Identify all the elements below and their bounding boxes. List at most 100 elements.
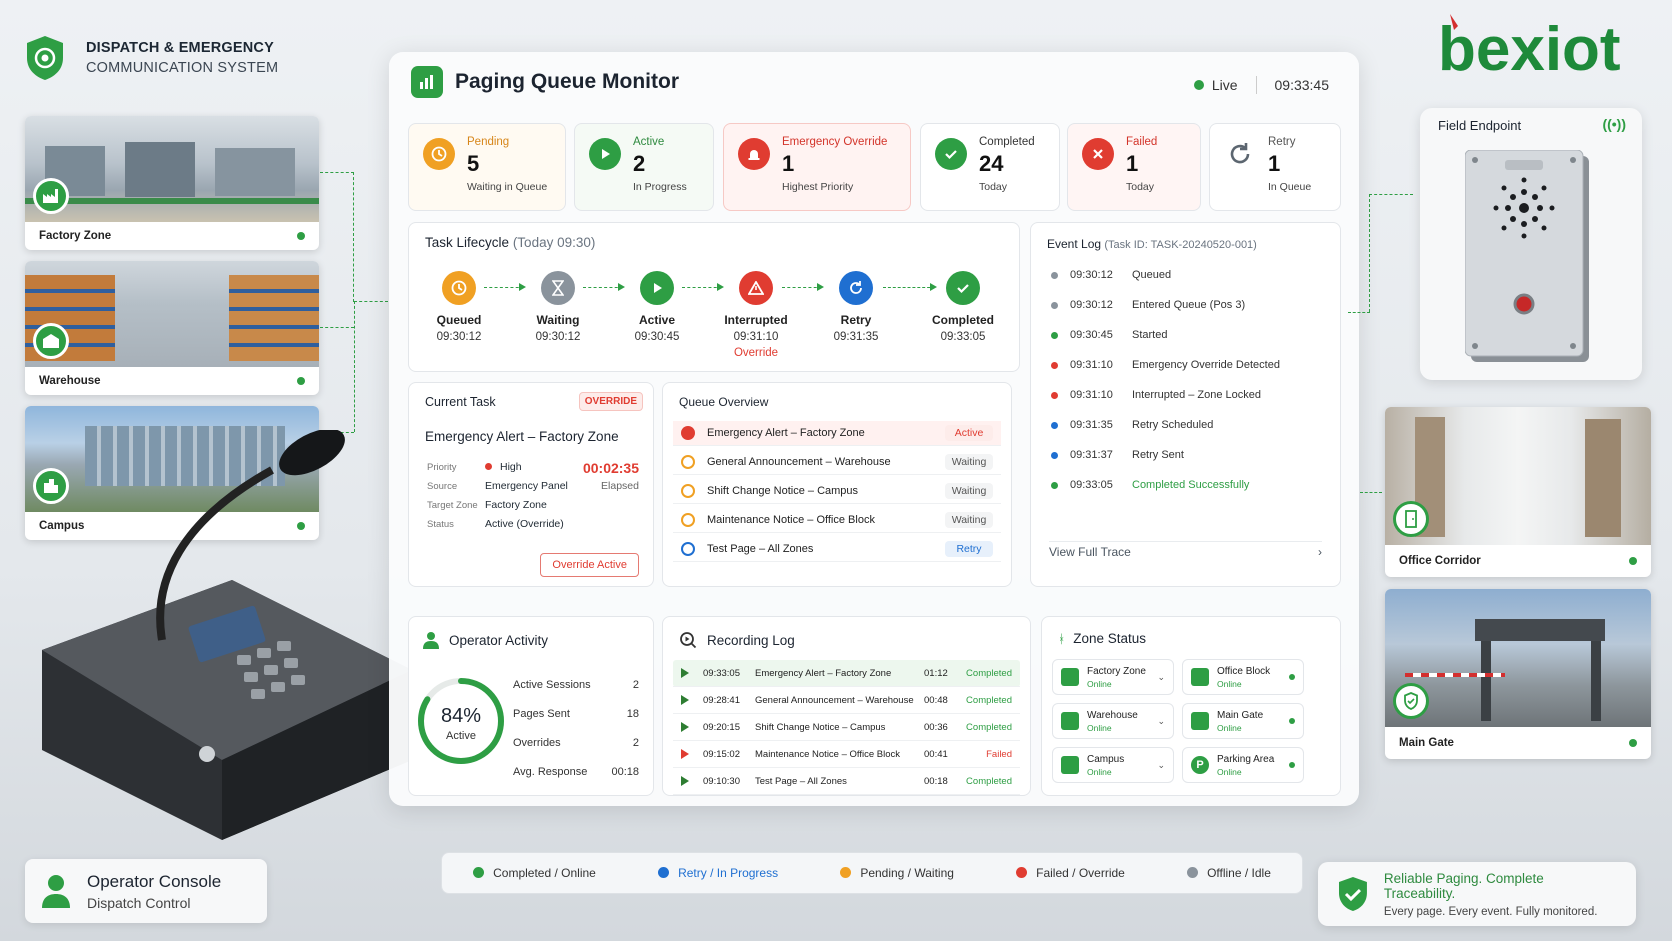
zone-status-tile[interactable]: Main Gate Online	[1182, 703, 1304, 739]
shield-icon	[1191, 712, 1209, 730]
event-text: Started	[1132, 329, 1168, 341]
warehouse-icon	[1061, 712, 1079, 730]
panel-title: Paging Queue Monitor	[411, 66, 679, 98]
play-icon[interactable]	[681, 695, 689, 705]
event-log: Event Log (Task ID: TASK-20240520-001) 0…	[1030, 222, 1341, 587]
check-icon	[935, 138, 967, 170]
zone-name: Parking Area	[1217, 753, 1275, 765]
zone-state: Online	[1217, 766, 1242, 777]
stat-completed[interactable]: Completed 24 Today	[920, 123, 1060, 211]
event-row: 09:31:10 Emergency Override Detected	[1051, 359, 1280, 371]
zone-card-warehouse[interactable]: Warehouse	[25, 261, 319, 395]
recording-row[interactable]: 09:33:05 Emergency Alert – Factory Zone 01…	[673, 660, 1020, 687]
lifecycle-step-waiting: Waiting 09:30:12	[513, 271, 603, 343]
recording-name: General Announcement – Warehouse	[755, 694, 914, 706]
play-icon[interactable]	[681, 749, 689, 759]
recording-row[interactable]: 09:10:30 Test Page – All Zones 00:18 Comple…	[673, 768, 1020, 795]
recording-row[interactable]: 09:20:15 Shift Change Notice – Campus 00:3…	[673, 714, 1020, 741]
office-building-icon	[1191, 668, 1209, 686]
recording-name: Shift Change Notice – Campus	[755, 721, 886, 733]
override-active-button[interactable]: Override Active	[540, 553, 639, 577]
operator-console-label: Operator Console Dispatch Control	[25, 859, 267, 923]
step-name: Queued	[436, 313, 482, 327]
field-endpoint-title: Field Endpoint	[1438, 118, 1522, 133]
status-dot	[1629, 739, 1637, 747]
stat-failed[interactable]: Failed 1 Today	[1067, 123, 1201, 211]
tagline-line1: Reliable Paging. Complete Traceability.	[1383, 870, 1544, 901]
view-trace-label: View Full Trace	[1049, 545, 1131, 559]
zone-card-main-gate[interactable]: Main Gate	[1385, 589, 1651, 759]
stat-active[interactable]: Active 2 In Progress	[574, 123, 714, 211]
operator-title: Operator Activity	[423, 631, 548, 649]
event-dot	[1051, 271, 1058, 279]
zone-name: Main Gate	[1217, 709, 1264, 721]
zone-name: Warehouse	[1087, 709, 1138, 721]
zone-status-tile[interactable]: Campus Online ⌄	[1052, 747, 1174, 783]
recording-row[interactable]: 09:15:02 Maintenance Notice – Office Bloc…	[673, 741, 1020, 768]
play-icon[interactable]	[681, 722, 689, 732]
legend-label: Offline / Idle	[1207, 866, 1271, 880]
zone-label: Warehouse	[39, 375, 101, 387]
play-icon[interactable]	[681, 668, 689, 678]
paging-queue-panel: Paging Queue Monitor Live 09:33:45 Pendi…	[389, 52, 1359, 806]
event-time: 09:31:37	[1070, 449, 1113, 461]
stat-emergency-override[interactable]: Emergency Override 1 Highest Priority	[723, 123, 911, 211]
queue-item-name: General Announcement – Warehouse	[707, 456, 891, 468]
zone-status-tile[interactable]: Factory Zone Online ⌄	[1052, 659, 1174, 695]
zone-label: Factory Zone	[39, 230, 112, 242]
paging-console-illustration	[22, 428, 412, 850]
queue-item[interactable]: Emergency Alert – Factory Zone Active	[673, 421, 1001, 446]
view-full-trace-link[interactable]: View Full Trace ›	[1049, 545, 1322, 559]
clock-icon	[681, 455, 695, 469]
status-dot	[297, 232, 305, 240]
zone-status-tile[interactable]: Office Block Online	[1182, 659, 1304, 695]
stat-sub: In Queue	[1268, 181, 1312, 193]
recording-duration: 01:12	[924, 667, 948, 679]
factory-icon	[33, 178, 69, 214]
zone-card-factory[interactable]: Factory Zone	[25, 116, 319, 250]
play-icon	[589, 138, 621, 170]
connector-line	[320, 327, 354, 328]
status-legend: Completed / Online Retry / In Progress Pen…	[441, 852, 1303, 894]
stat-retry[interactable]: Retry 1 In Queue	[1209, 123, 1341, 211]
alarm-icon	[738, 138, 770, 170]
recording-row[interactable]: 09:28:41 General Announcement – Warehouse…	[673, 687, 1020, 714]
event-dot	[1051, 301, 1058, 309]
legend-label: Completed / Online	[493, 866, 596, 880]
status-dot	[297, 377, 305, 385]
chevron-down-icon: ⌄	[1157, 715, 1165, 726]
zone-status-tile[interactable]: P Parking Area Online	[1182, 747, 1304, 783]
warehouse-icon	[33, 323, 69, 359]
task-lifecycle: Task Lifecycle (Today 09:30) Queued 09:30…	[408, 222, 1020, 372]
lifecycle-step-completed: Completed 09:33:05	[918, 271, 1008, 343]
shield-icon	[1393, 683, 1429, 719]
queue-item[interactable]: General Announcement – Warehouse Waiting	[673, 450, 1001, 475]
stat-sub: In Progress	[633, 181, 687, 193]
play-icon[interactable]	[681, 776, 689, 786]
field-endpoint-card[interactable]: Field Endpoint ((•))	[1420, 108, 1642, 380]
zone-status-tile[interactable]: Warehouse Online ⌄	[1052, 703, 1174, 739]
warning-icon	[739, 271, 773, 305]
queue-item[interactable]: Maintenance Notice – Office Block Waiting	[673, 508, 1001, 533]
queue-item-status: Waiting	[945, 454, 993, 470]
recording-log: Recording Log 09:33:05 Emergency Alert – …	[662, 616, 1031, 796]
step-time: 09:30:12	[535, 331, 581, 343]
brand-header: DISPATCH & EMERGENCY COMMUNICATION SYSTE…	[24, 34, 278, 82]
event-text: Retry Sent	[1132, 449, 1184, 461]
legend-label: Failed / Override	[1036, 866, 1125, 880]
queue-item[interactable]: Test Page – All Zones Retry	[673, 537, 1001, 562]
event-row: 09:33:05 Completed Successfully	[1051, 479, 1249, 491]
stat-value: 5	[467, 151, 480, 176]
event-log-title: Event Log (Task ID: TASK-20240520-001)	[1047, 237, 1257, 251]
factory-icon	[1061, 668, 1079, 686]
operator-stat-value: 18	[626, 708, 639, 720]
zone-status: ᚼ Zone Status Factory Zone Online ⌄ Office …	[1041, 616, 1341, 796]
zone-state: Online	[1217, 678, 1242, 689]
stat-pending[interactable]: Pending 5 Waiting in Queue	[408, 123, 566, 211]
event-row: 09:30:12 Queued	[1051, 269, 1171, 281]
lifecycle-title: Task Lifecycle (Today 09:30)	[425, 235, 596, 250]
search-recording-icon	[680, 632, 697, 649]
queue-item[interactable]: Shift Change Notice – Campus Waiting	[673, 479, 1001, 504]
zone-card-office-corridor[interactable]: Office Corridor	[1385, 407, 1651, 577]
legend-item: Failed / Override	[1016, 866, 1125, 880]
